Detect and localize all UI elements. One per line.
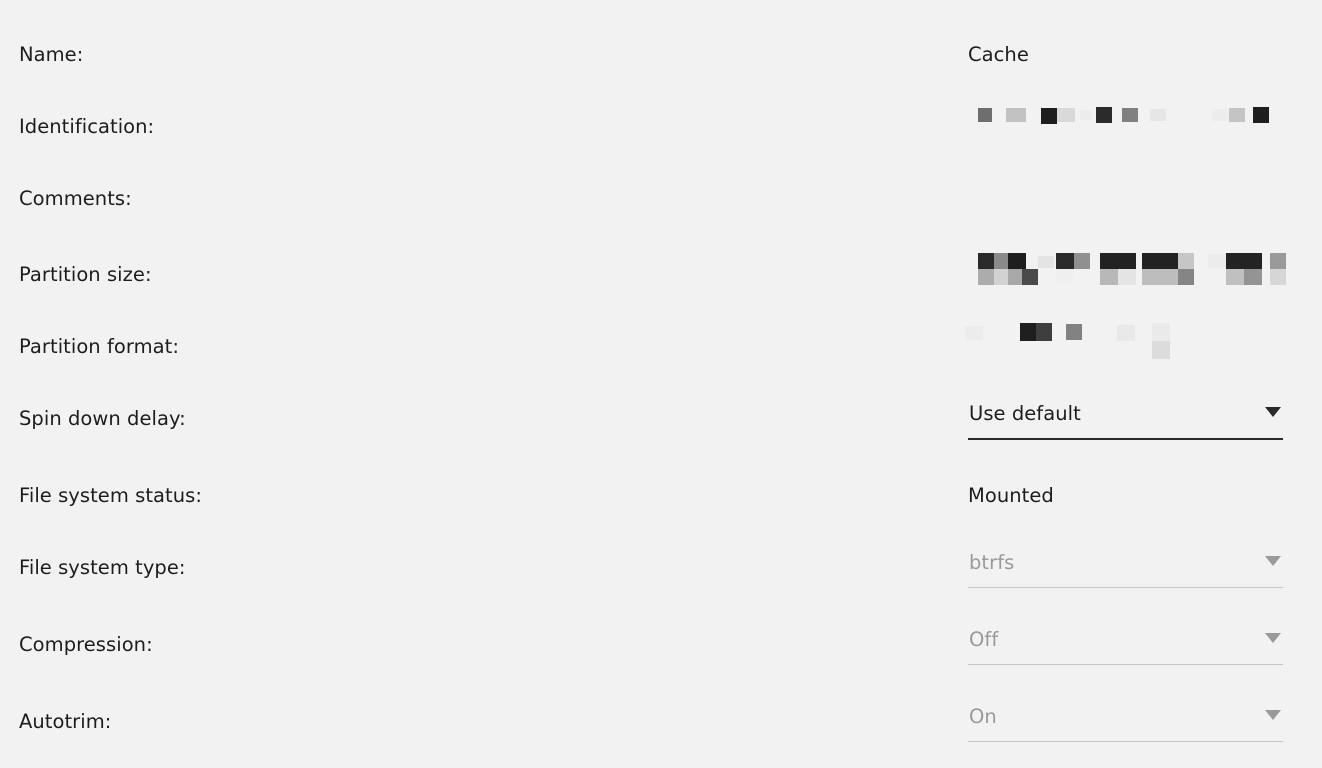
redaction-block: [1080, 110, 1092, 120]
dropdown-autotrim: On: [968, 698, 1283, 746]
form-row-comments: Comments:: [0, 163, 1322, 235]
field-value-partition-size: [968, 239, 1286, 311]
redaction-block: [1152, 323, 1170, 341]
redacted-value-partition-size: [968, 239, 1286, 311]
redaction-block: [965, 326, 983, 340]
field-value-partition-format: [965, 311, 1284, 383]
chevron-down-icon: [1265, 633, 1281, 643]
field-value-comments: [968, 163, 1284, 235]
form-row-identification: Identification:: [0, 91, 1322, 163]
redaction-block: [1142, 269, 1178, 285]
redaction-block: [1226, 253, 1262, 269]
redaction-block: [1022, 269, 1038, 285]
form-row-spin-down-delay: Spin down delay: Use default: [0, 383, 1322, 455]
redaction-block: [1270, 269, 1286, 285]
redaction-block: [978, 253, 994, 269]
redaction-block: [1100, 253, 1136, 269]
redaction-block: [1096, 107, 1112, 123]
field-label-name: Name:: [19, 43, 84, 66]
redaction-block: [1100, 269, 1118, 285]
dropdown-underline: [968, 587, 1283, 588]
dropdown-underline: [968, 664, 1283, 665]
redaction-block: [1056, 269, 1074, 283]
redaction-block: [1057, 108, 1075, 122]
redaction-block: [1150, 109, 1166, 121]
value-text-name: Cache: [968, 43, 1029, 66]
redaction-block: [1008, 253, 1026, 269]
dropdown-file-system-type: btrfs: [968, 544, 1283, 592]
redaction-block: [1122, 108, 1138, 122]
redaction-block: [1074, 253, 1090, 269]
redaction-block: [1117, 325, 1135, 341]
redaction-block: [1038, 256, 1054, 268]
form-row-partition-format: Partition format:: [0, 311, 1322, 383]
redacted-value-identification: [968, 91, 1284, 163]
redaction-block: [1142, 253, 1178, 269]
field-label-comments: Comments:: [19, 187, 132, 210]
redaction-block: [994, 269, 1008, 285]
redaction-block: [1008, 269, 1022, 285]
form-row-autotrim: Autotrim: On: [0, 686, 1322, 758]
redaction-block: [1056, 253, 1074, 269]
field-label-file-system-status: File system status:: [19, 484, 202, 507]
redaction-block: [1152, 341, 1170, 359]
redaction-block: [1229, 108, 1245, 122]
dropdown-value-autotrim: On: [969, 705, 997, 728]
field-label-identification: Identification:: [19, 115, 155, 138]
redaction-block: [1208, 254, 1226, 268]
form-row-file-system-type: File system type: btrfs: [0, 532, 1322, 604]
form-row-partition-size: Partition size:: [0, 239, 1322, 311]
field-label-file-system-type: File system type:: [19, 556, 186, 579]
field-value-name: Cache: [968, 19, 1284, 91]
redaction-block: [1020, 323, 1036, 341]
dropdown-value-file-system-type: btrfs: [969, 551, 1015, 574]
field-label-partition-format: Partition format:: [19, 335, 179, 358]
field-label-spin-down-delay: Spin down delay:: [19, 407, 186, 430]
field-label-compression: Compression:: [19, 633, 153, 656]
redaction-block: [1253, 107, 1269, 123]
field-value-file-system-type[interactable]: btrfs: [968, 532, 1284, 604]
redaction-block: [1118, 269, 1136, 285]
dropdown-compression: Off: [968, 621, 1283, 669]
dropdown-underline: [968, 438, 1283, 440]
redaction-block: [1212, 109, 1228, 121]
value-text-file-system-status: Mounted: [968, 484, 1054, 507]
form-row-name: Name: Cache: [0, 19, 1322, 91]
redaction-block: [1006, 108, 1026, 122]
chevron-down-icon: [1265, 556, 1281, 566]
field-value-autotrim[interactable]: On: [968, 686, 1284, 758]
dropdown-value-compression: Off: [969, 628, 999, 651]
redaction-block: [1066, 324, 1082, 340]
redaction-block: [1244, 269, 1262, 285]
chevron-down-icon: [1265, 710, 1281, 720]
field-label-partition-size: Partition size:: [19, 263, 152, 286]
field-value-compression[interactable]: Off: [968, 609, 1284, 681]
redacted-value-partition-format: [965, 311, 1284, 383]
redaction-block: [1041, 108, 1057, 124]
field-value-file-system-status: Mounted: [968, 460, 1284, 532]
dropdown-spin-down-delay[interactable]: Use default: [968, 395, 1283, 443]
form-row-compression: Compression: Off: [0, 609, 1322, 681]
chevron-down-icon[interactable]: [1265, 407, 1281, 417]
field-label-autotrim: Autotrim:: [19, 710, 112, 733]
redaction-block: [978, 269, 994, 285]
disk-settings-form: Name: Cache Identification: Comments: Partit…: [0, 0, 1322, 768]
redaction-block: [1226, 269, 1244, 285]
redaction-block: [1178, 253, 1194, 269]
field-value-identification: [968, 91, 1284, 163]
form-row-file-system-status: File system status: Mounted: [0, 460, 1322, 532]
redaction-block: [1270, 253, 1286, 269]
field-value-spin-down-delay[interactable]: Use default: [968, 383, 1284, 455]
dropdown-underline: [968, 741, 1283, 742]
redaction-block: [978, 108, 992, 122]
dropdown-value-spin-down-delay: Use default: [969, 402, 1081, 425]
redaction-block: [994, 253, 1008, 269]
redaction-block: [1178, 269, 1194, 285]
redaction-block: [1036, 323, 1052, 341]
